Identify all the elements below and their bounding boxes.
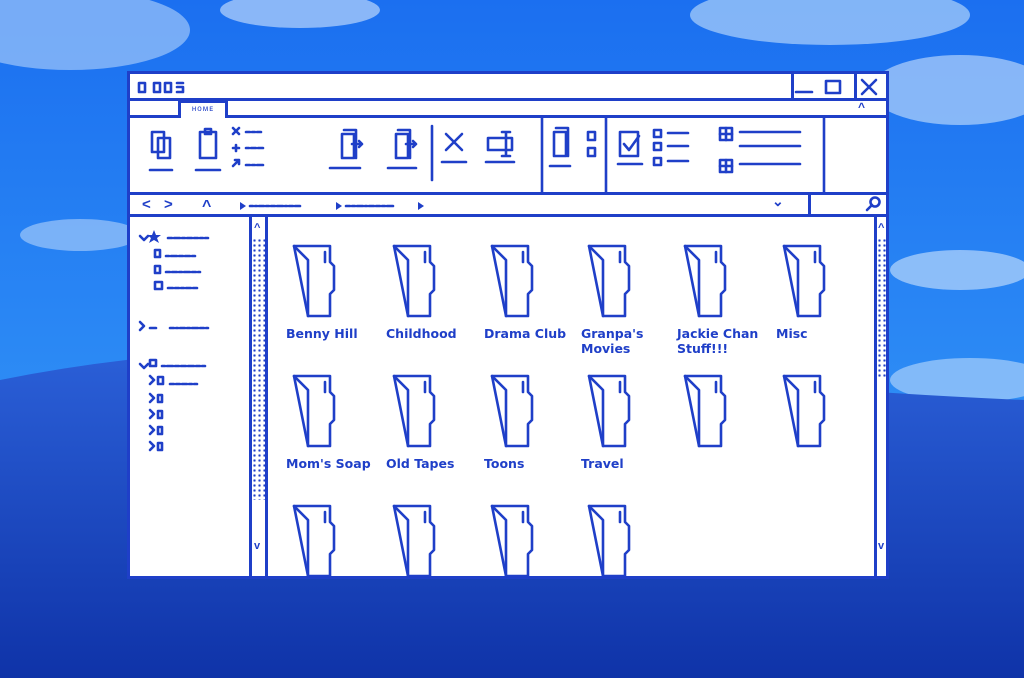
folder-icon (683, 374, 727, 448)
folder-icon (490, 244, 534, 318)
folder-item[interactable]: Old Tapes (384, 370, 474, 500)
nav-scrollbar-thumb[interactable] (252, 238, 265, 500)
divider (130, 98, 886, 101)
copy-path-icon[interactable] (231, 143, 265, 153)
cut-icon[interactable] (231, 126, 263, 136)
back-button[interactable]: < (142, 196, 151, 213)
navigation-pane (138, 230, 210, 452)
folder-item[interactable]: Benny Hill (284, 240, 374, 370)
folder-item[interactable] (384, 500, 474, 578)
folder-icon (782, 374, 826, 448)
divider (791, 74, 794, 98)
star-icon (147, 230, 161, 243)
folder-item[interactable]: Toons (482, 370, 572, 500)
nav-scroll-up-button[interactable]: ^ (254, 222, 260, 234)
move-to-icon[interactable] (328, 128, 364, 170)
folder-grid: Benny Hill Childhood Drama Club Granpa's Mo… (270, 220, 870, 578)
onedrive-item[interactable] (138, 320, 210, 332)
folder-label: Childhood (386, 326, 457, 341)
forward-button[interactable]: > (164, 196, 173, 213)
breadcrumb[interactable] (230, 196, 460, 216)
folder-icon (587, 504, 631, 578)
folder-icon (392, 504, 436, 578)
folder-item[interactable]: Misc (774, 240, 864, 370)
folder-label: Old Tapes (386, 456, 455, 471)
tab-home-label: ʜᴏᴍᴇ (191, 104, 215, 113)
divider (808, 194, 811, 214)
quick-access-toolbar[interactable] (134, 78, 214, 98)
folder-item[interactable] (675, 370, 765, 500)
divider (130, 214, 886, 217)
folder-icon (490, 504, 534, 578)
folder-item[interactable] (482, 500, 572, 578)
new-item-icon[interactable] (586, 130, 597, 158)
folder-label: Mom's Soap (286, 456, 371, 471)
select-all-icon[interactable] (652, 128, 690, 167)
paste-shortcut-icon[interactable] (231, 158, 265, 168)
window-controls (794, 78, 878, 96)
folder-label: Misc (776, 326, 808, 341)
collapse-ribbon-button[interactable]: ^ (858, 100, 865, 114)
folder-item[interactable]: Mom's Soap (284, 370, 374, 500)
folder-item[interactable] (774, 370, 864, 500)
new-folder-icon[interactable] (548, 126, 572, 168)
folder-label: Travel (581, 456, 624, 471)
folder-item[interactable]: Childhood (384, 240, 474, 370)
maximize-button[interactable] (824, 79, 842, 95)
folder-label: Jackie Chan Stuff!!! (677, 326, 759, 356)
paste-icon[interactable] (194, 127, 222, 172)
folder-icon (292, 244, 336, 318)
folder-item[interactable]: Granpa's Movies (579, 240, 669, 370)
folder-label: Benny Hill (286, 326, 358, 341)
folder-icon (392, 374, 436, 448)
folder-icon (292, 504, 336, 578)
address-dropdown-button[interactable]: ⌄ (772, 193, 784, 210)
folder-label: Drama Club (484, 326, 567, 341)
folder-label: Toons (484, 456, 525, 471)
file-explorer-window: ʜᴏᴍᴇ ^ < > ^ ⌄ ^ v Benny Hill Childhood … (127, 71, 889, 579)
properties-icon[interactable] (616, 130, 644, 166)
main-scrollbar-thumb[interactable] (877, 238, 889, 378)
close-button[interactable] (860, 78, 878, 96)
main-scroll-up-button[interactable]: ^ (878, 222, 884, 234)
main-scroll-down-button[interactable]: v (878, 540, 884, 552)
divider (854, 74, 857, 98)
folder-icon (587, 244, 631, 318)
folder-item[interactable] (579, 500, 669, 578)
tab-home[interactable]: ʜᴏᴍᴇ (178, 100, 228, 118)
folder-icon (587, 374, 631, 448)
copy-to-icon[interactable] (386, 128, 418, 170)
folder-icon (392, 244, 436, 318)
quick-access-child[interactable] (153, 248, 202, 291)
rename-icon[interactable] (484, 130, 516, 164)
folder-item[interactable]: Drama Club (482, 240, 572, 370)
folder-item[interactable]: Travel (579, 370, 669, 500)
nav-scroll-down-button[interactable]: v (254, 540, 260, 552)
folder-icon (683, 244, 727, 318)
delete-icon[interactable] (440, 132, 468, 164)
folder-item[interactable]: Jackie Chan Stuff!!! (675, 240, 765, 370)
divider (265, 216, 268, 579)
folder-icon (782, 244, 826, 318)
folder-label: Granpa's Movies (581, 326, 644, 356)
search-icon[interactable] (864, 195, 884, 213)
grid-view-icon[interactable] (718, 126, 802, 174)
copy-icon[interactable] (148, 130, 174, 172)
quick-access-item[interactable] (138, 230, 210, 243)
this-pc-item[interactable] (138, 358, 207, 452)
folder-item[interactable] (284, 500, 374, 578)
folder-icon (490, 374, 534, 448)
ribbon (148, 118, 826, 194)
folder-icon (292, 374, 336, 448)
